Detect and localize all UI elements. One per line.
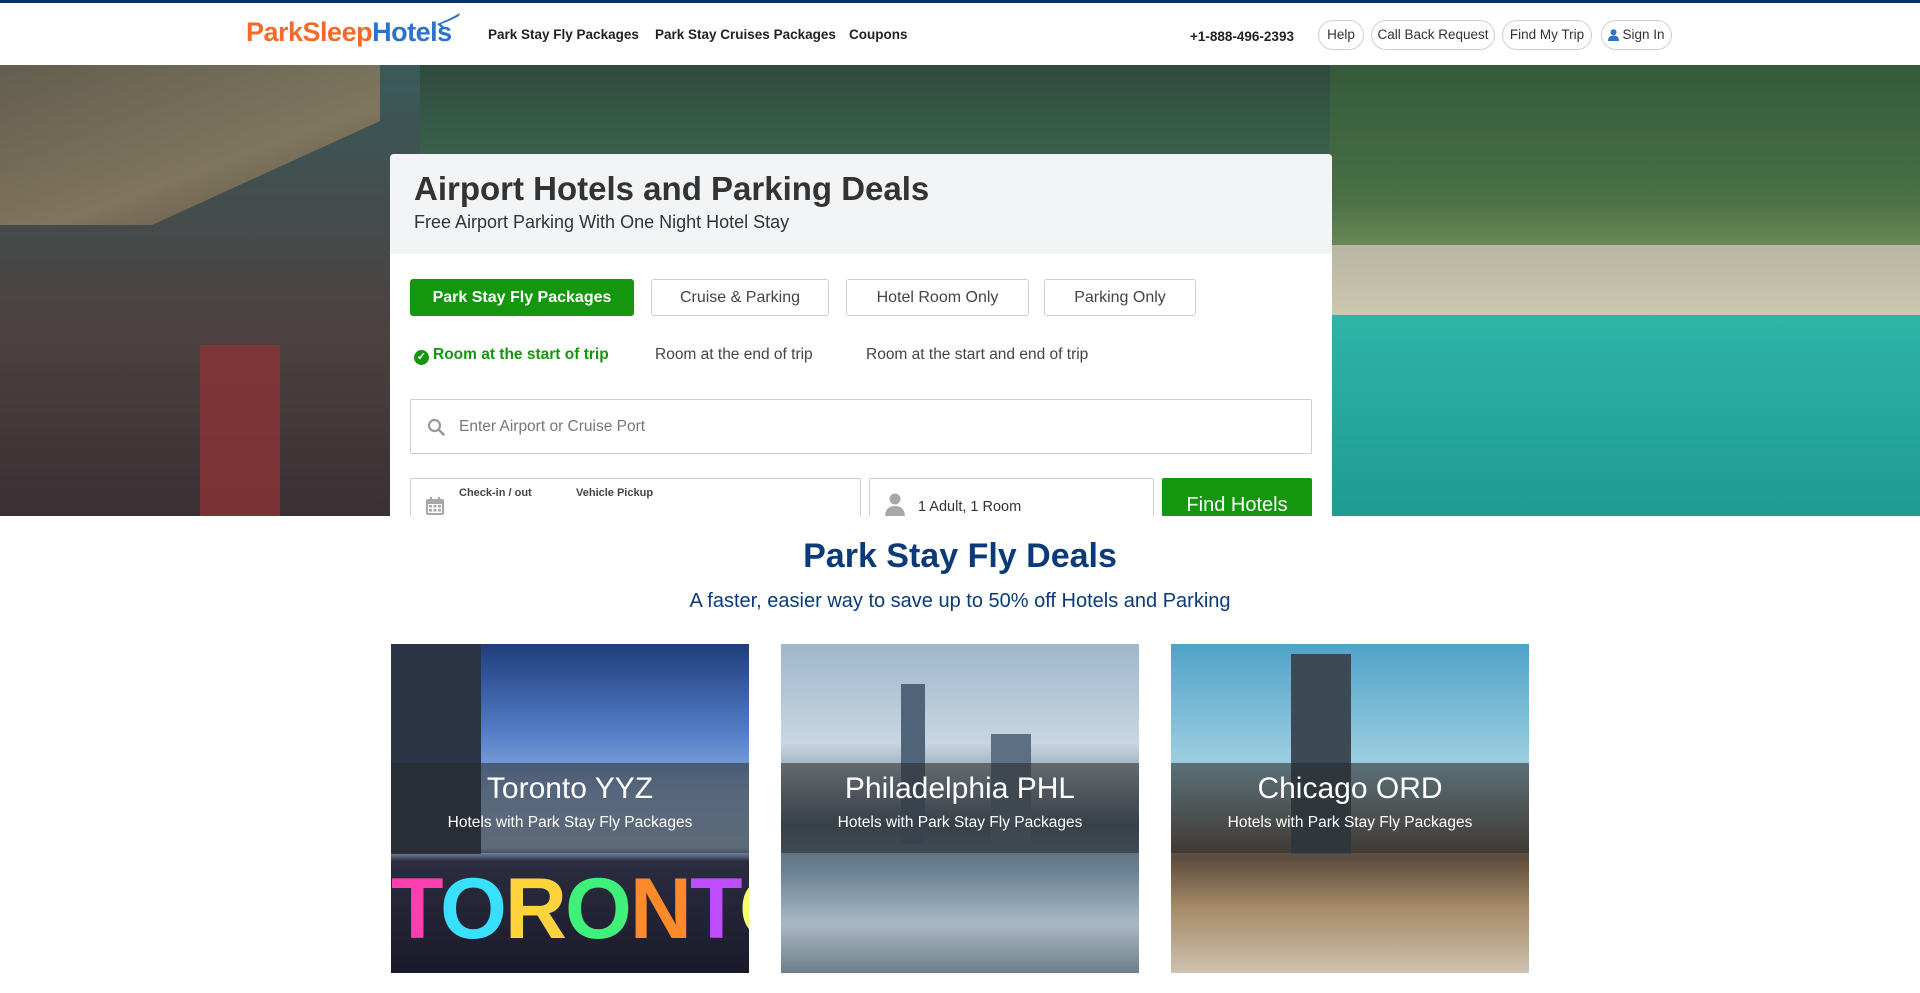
logo-text-part1: ParkSleep	[246, 17, 373, 47]
option-room-start-and-end[interactable]: Room at the start and end of trip	[866, 346, 1088, 364]
park-sleep-hotels-logo[interactable]: ParkSleepHotels	[246, 13, 460, 53]
search-placeholder: Enter Airport or Cruise Port	[459, 418, 646, 435]
person-icon	[885, 493, 905, 516]
city-name: Toronto YYZ	[486, 772, 654, 805]
option-room-end-of-trip[interactable]: Room at the end of trip	[655, 346, 813, 364]
checkin-label: Check-in / out	[459, 487, 532, 499]
hero-palm-trees-image	[1330, 65, 1920, 255]
city-name: Chicago ORD	[1257, 772, 1443, 805]
option-room-start-label: Room at the start of trip	[433, 346, 609, 363]
search-card: Airport Hotels and Parking Deals Free Ai…	[390, 154, 1332, 516]
tab-cruise-parking[interactable]: Cruise & Parking	[651, 279, 829, 316]
search-icon	[427, 418, 445, 436]
city-name: Philadelphia PHL	[844, 772, 1076, 805]
nav-link-park-stay-cruises[interactable]: Park Stay Cruises Packages	[655, 27, 836, 42]
sign-in-label: Sign In	[1622, 27, 1665, 42]
city-card-philadelphia[interactable]: Philadelphia PHL Hotels with Park Stay F…	[781, 644, 1139, 973]
airport-search-input[interactable]: Enter Airport or Cruise Port	[410, 399, 1312, 454]
check-circle-icon: ✓	[414, 350, 429, 365]
page-subtitle: Free Airport Parking With One Night Hote…	[414, 212, 790, 232]
city-card-toronto[interactable]: TORONTO Toronto YYZ Hotels with Park Sta…	[391, 644, 749, 973]
airplane-icon	[434, 13, 460, 29]
user-icon	[1608, 29, 1620, 41]
hero-sea-image	[1330, 315, 1920, 516]
tab-hotel-room-only[interactable]: Hotel Room Only	[846, 279, 1029, 316]
vehicle-pickup-label: Vehicle Pickup	[576, 487, 654, 499]
hero-railing-image	[200, 345, 280, 516]
help-button[interactable]: Help	[1318, 20, 1364, 50]
find-my-trip-button[interactable]: Find My Trip	[1502, 20, 1592, 50]
date-range-field[interactable]: Check-in / out Vehicle Pickup	[410, 478, 861, 516]
city-tagline: Hotels with Park Stay Fly Packages	[447, 814, 693, 831]
search-card-header: Airport Hotels and Parking Deals Free Ai…	[390, 154, 1332, 254]
sign-in-button[interactable]: Sign In	[1601, 20, 1672, 50]
city-card-chicago[interactable]: Chicago ORD Hotels with Park Stay Fly Pa…	[1171, 644, 1529, 973]
toronto-sign-image: TORONTO	[391, 861, 749, 957]
deals-subtitle: A faster, easier way to save up to 50% o…	[689, 590, 1231, 612]
guests-value: 1 Adult, 1 Room	[918, 499, 1022, 515]
city-tagline: Hotels with Park Stay Fly Packages	[1227, 814, 1473, 831]
tab-park-stay-fly-packages[interactable]: Park Stay Fly Packages	[410, 279, 634, 316]
option-room-start-of-trip[interactable]: ✓ Room at the start of trip	[414, 346, 609, 365]
top-navigation-bar: ParkSleepHotels Park Stay Fly Packages P…	[0, 0, 1920, 65]
phone-number[interactable]: +1-888-496-2393	[1190, 29, 1294, 44]
calendar-icon	[426, 497, 444, 515]
hero-background: Airport Hotels and Parking Deals Free Ai…	[0, 65, 1920, 516]
guests-rooms-selector[interactable]: 1 Adult, 1 Room	[869, 478, 1154, 516]
hero-beach-image	[1330, 245, 1920, 325]
find-hotels-button[interactable]: Find Hotels	[1162, 478, 1312, 516]
tab-parking-only[interactable]: Parking Only	[1044, 279, 1196, 316]
call-back-request-button[interactable]: Call Back Request	[1371, 20, 1495, 50]
deals-title: Park Stay Fly Deals	[803, 537, 1117, 575]
city-tagline: Hotels with Park Stay Fly Packages	[837, 814, 1083, 831]
nav-link-coupons[interactable]: Coupons	[849, 27, 908, 42]
page-title: Airport Hotels and Parking Deals	[414, 170, 930, 207]
nav-link-park-stay-fly[interactable]: Park Stay Fly Packages	[488, 27, 639, 42]
